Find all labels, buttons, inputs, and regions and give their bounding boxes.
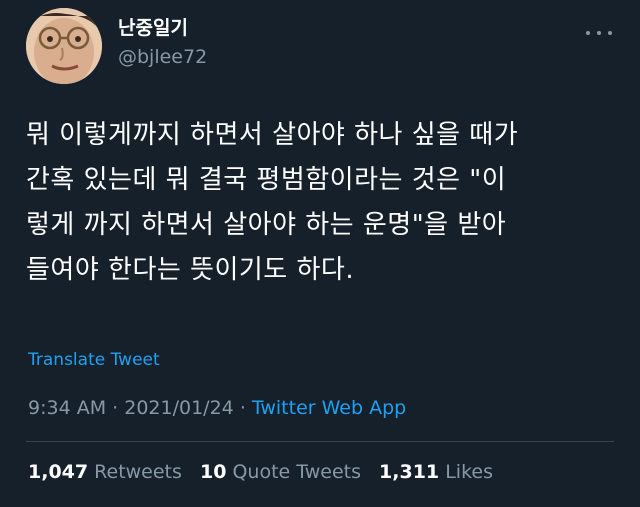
meta-separator: · [239,397,246,419]
avatar-image [26,8,102,84]
tweet-metadata: 9:34 AM · 2021/01/24 · Twitter Web App [28,394,406,422]
retweets-stat[interactable]: 1,047 Retweets [28,461,188,483]
quote-tweets-count: 10 [199,461,227,483]
quote-tweets-label: Quote Tweets [232,461,361,483]
likes-count: 1,311 [379,461,440,483]
likes-label: Likes [445,461,493,483]
more-horizontal-icon[interactable] [586,26,612,40]
tweet-text: 뭐 이렇게까지 하면서 살아야 하나 싶을 때가 간혹 있는데 뭐 결국 평범함… [26,120,519,285]
tweet-stats: 1,047 Retweets 10 Quote Tweets 1,311 Lik… [28,458,505,486]
tweet-date[interactable]: 2021/01/24 [124,397,234,419]
tweet-detail: 난중일기 @bjlee72 뭐 이렇게까지 하면서 살아야 하나 싶을 때가 간… [0,0,640,507]
tweet-source-link[interactable]: Twitter Web App [252,397,406,419]
more-dot [586,31,590,35]
avatar[interactable] [26,8,102,84]
user-handle[interactable]: @bjlee72 [118,44,207,70]
user-info: 난중일기 @bjlee72 [118,16,207,70]
likes-stat[interactable]: 1,311 Likes [379,461,493,483]
translate-tweet-link[interactable]: Translate Tweet [28,348,160,372]
display-name[interactable]: 난중일기 [118,16,207,40]
quote-tweets-stat[interactable]: 10 Quote Tweets [200,461,367,483]
more-dot [597,31,601,35]
meta-separator: · [112,397,119,419]
retweets-label: Retweets [94,461,182,483]
retweets-count: 1,047 [28,461,89,483]
tweet-time[interactable]: 9:34 AM [28,397,106,419]
divider [26,441,614,442]
tweet-header: 난중일기 @bjlee72 [0,0,640,100]
more-dot [608,31,612,35]
